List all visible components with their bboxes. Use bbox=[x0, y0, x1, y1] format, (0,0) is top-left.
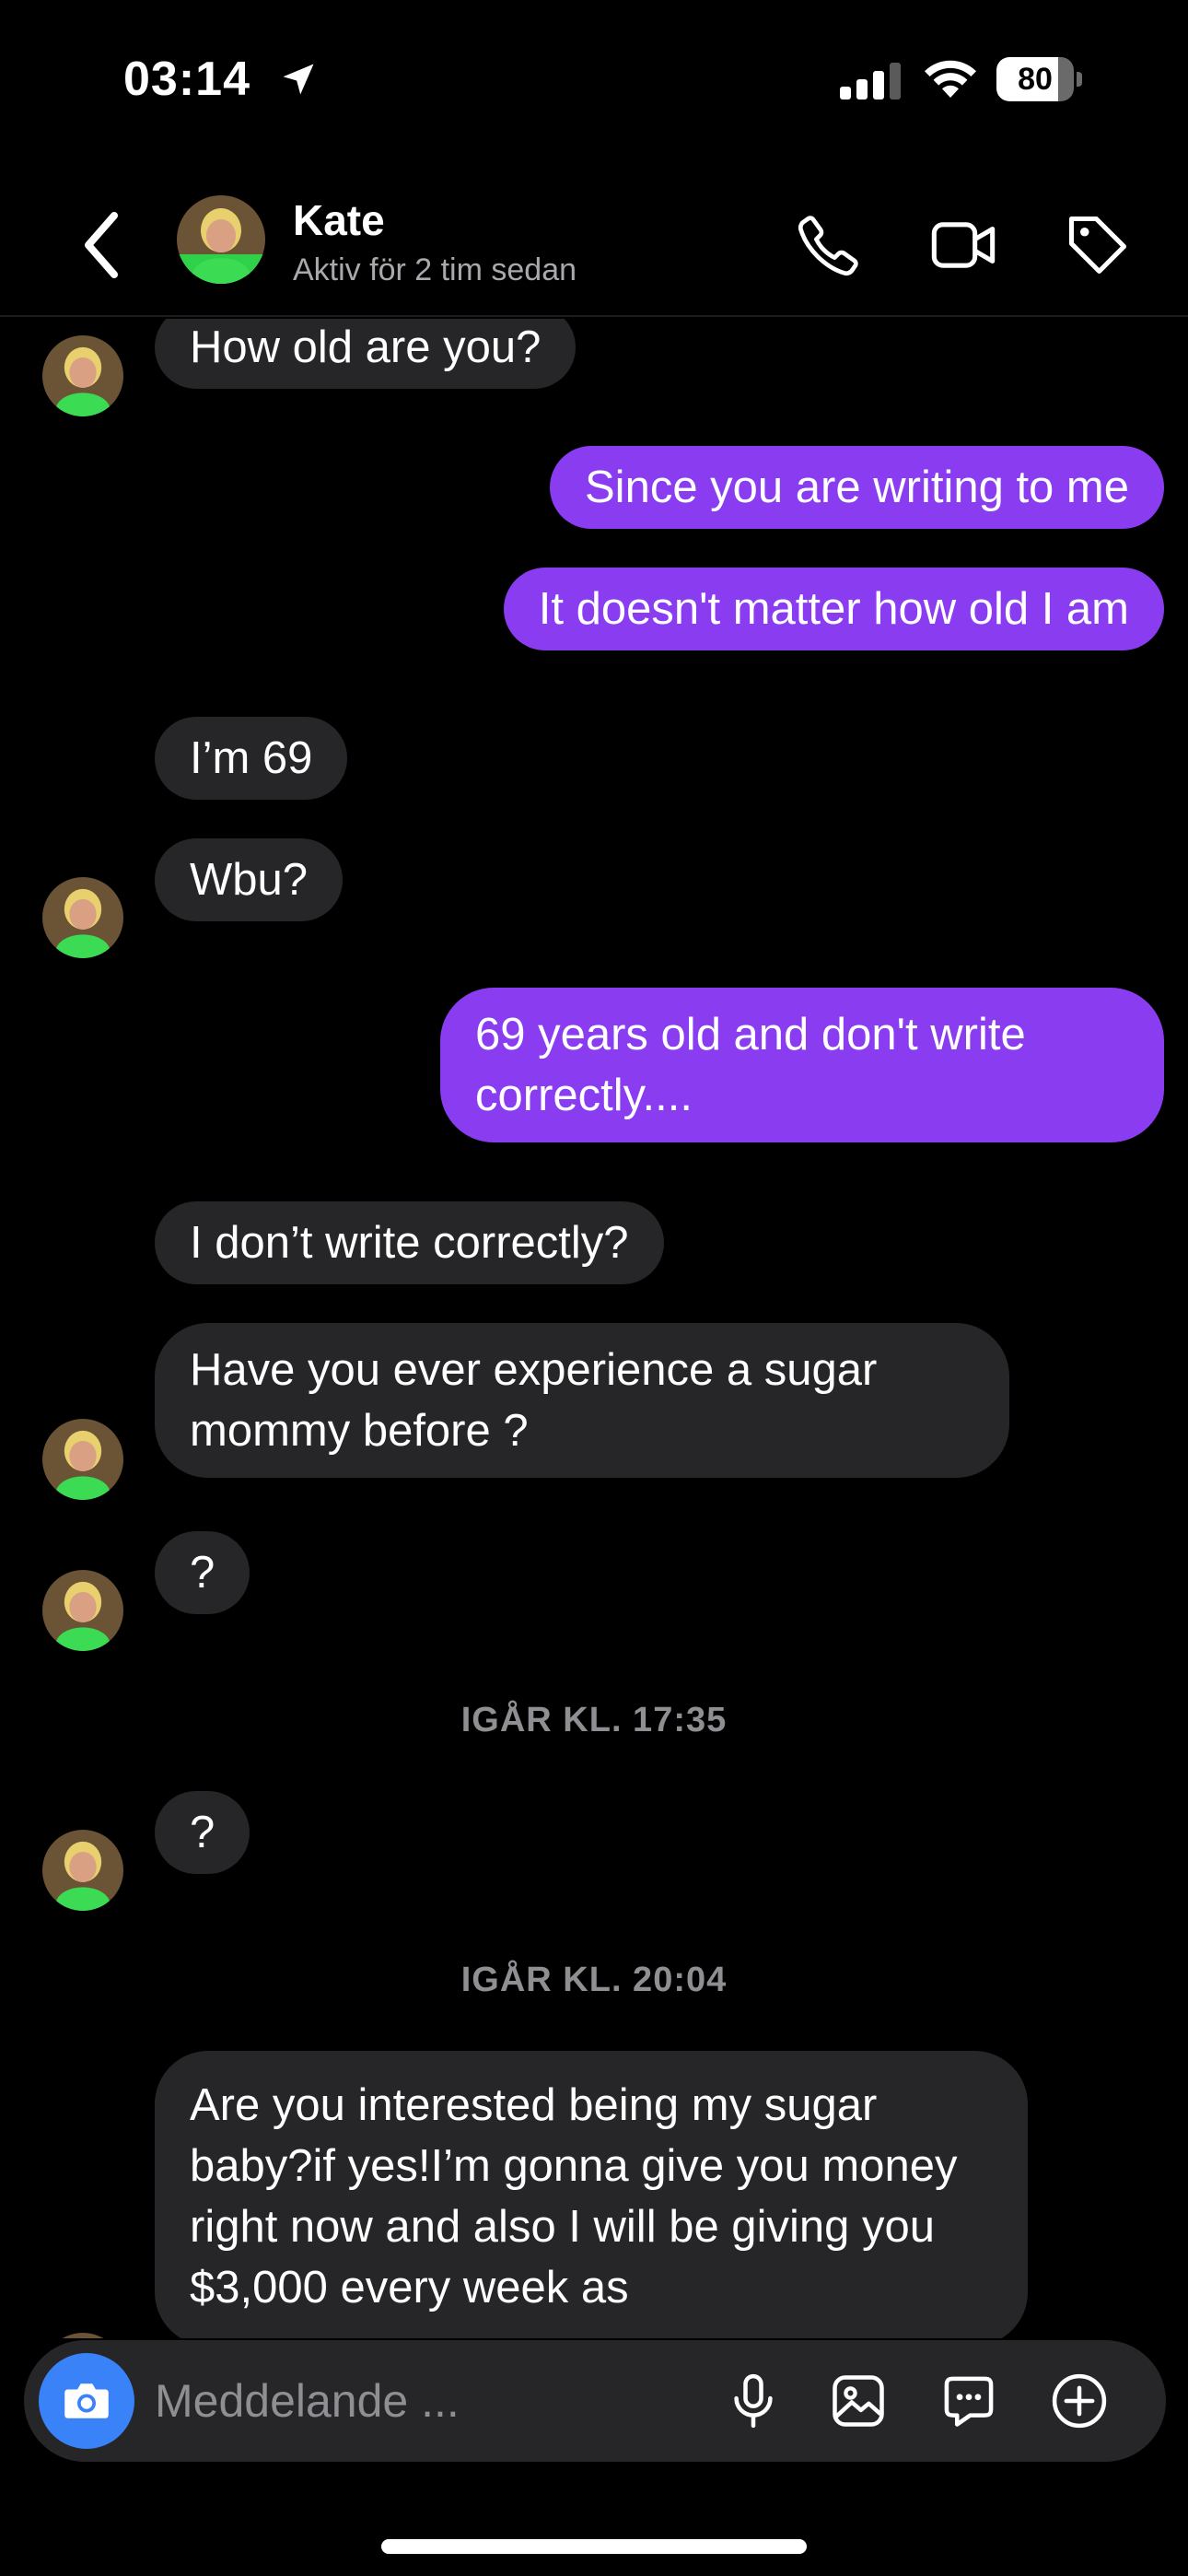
tag-icon bbox=[1068, 216, 1127, 275]
contact-avatar-small[interactable] bbox=[42, 1830, 123, 1911]
home-indicator[interactable] bbox=[381, 2539, 807, 2554]
camera-button[interactable] bbox=[39, 2353, 134, 2449]
battery-level-text: 80 bbox=[1018, 62, 1053, 97]
camera-icon bbox=[64, 2383, 109, 2418]
wifi-icon bbox=[925, 60, 976, 98]
contact-avatar-small[interactable] bbox=[42, 1570, 123, 1651]
gallery-button[interactable] bbox=[821, 2364, 895, 2438]
chat-header: Kate Aktiv för 2 tim sedan bbox=[0, 175, 1188, 317]
more-options-button[interactable] bbox=[1042, 2364, 1116, 2438]
sticker-icon bbox=[944, 2376, 994, 2427]
status-bar: 03:14 80 bbox=[0, 0, 1188, 157]
video-camera-icon bbox=[931, 222, 996, 268]
location-arrow-icon bbox=[283, 64, 314, 95]
message-timestamp: IGÅR KL. 17:35 bbox=[460, 1701, 728, 1739]
back-chevron-icon[interactable] bbox=[74, 208, 129, 282]
incoming-message[interactable]: ? bbox=[155, 1791, 250, 1874]
incoming-message[interactable]: I don’t write correctly? bbox=[155, 1201, 664, 1284]
phone-icon bbox=[798, 216, 858, 276]
message-composer bbox=[24, 2340, 1166, 2462]
sticker-button[interactable] bbox=[932, 2364, 1006, 2438]
outgoing-message[interactable]: Since you are writing to me bbox=[550, 446, 1164, 529]
plus-icon bbox=[1052, 2373, 1107, 2429]
image-icon bbox=[833, 2375, 884, 2427]
incoming-message[interactable]: Wbu? bbox=[155, 838, 344, 921]
call-button[interactable] bbox=[788, 205, 869, 286]
incoming-message[interactable]: I’m 69 bbox=[155, 717, 348, 800]
outgoing-message[interactable]: It doesn't matter how old I am bbox=[503, 568, 1164, 650]
contact-active-status: Aktiv för 2 tim sedan bbox=[293, 252, 577, 287]
contact-avatar-small[interactable] bbox=[42, 877, 123, 958]
contact-avatar-small[interactable] bbox=[42, 335, 123, 416]
video-call-button[interactable] bbox=[923, 205, 1004, 286]
battery-indicator: 80 bbox=[996, 57, 1082, 101]
message-timestamp: IGÅR KL. 20:04 bbox=[460, 1961, 728, 1999]
chat-screen: 03:14 80 Kate Aktiv för 2 tim sedan How … bbox=[0, 0, 1188, 2576]
incoming-message[interactable]: ? bbox=[155, 1531, 250, 1614]
incoming-message[interactable]: Are you interested being my sugar baby?i… bbox=[155, 2051, 1028, 2338]
voice-message-button[interactable] bbox=[716, 2364, 790, 2438]
contact-name[interactable]: Kate bbox=[293, 195, 385, 245]
tag-button[interactable] bbox=[1057, 205, 1138, 286]
incoming-message[interactable]: Have you ever experience a sugar mommy b… bbox=[155, 1323, 1009, 1478]
outgoing-message[interactable]: 69 years old and don't write correctly..… bbox=[440, 988, 1164, 1142]
incoming-message[interactable]: How old are you? bbox=[155, 319, 577, 389]
contact-avatar-small[interactable] bbox=[42, 1419, 123, 1500]
contact-avatar-small[interactable] bbox=[42, 2333, 123, 2338]
message-thread[interactable]: How old are you? Since you are writing t… bbox=[0, 319, 1188, 2338]
microphone-icon bbox=[734, 2373, 773, 2429]
message-input[interactable] bbox=[155, 2368, 707, 2434]
status-time: 03:14 bbox=[123, 53, 250, 106]
contact-avatar[interactable] bbox=[177, 195, 265, 284]
battery-cap bbox=[1077, 72, 1082, 87]
cellular-signal-icon bbox=[840, 63, 901, 100]
